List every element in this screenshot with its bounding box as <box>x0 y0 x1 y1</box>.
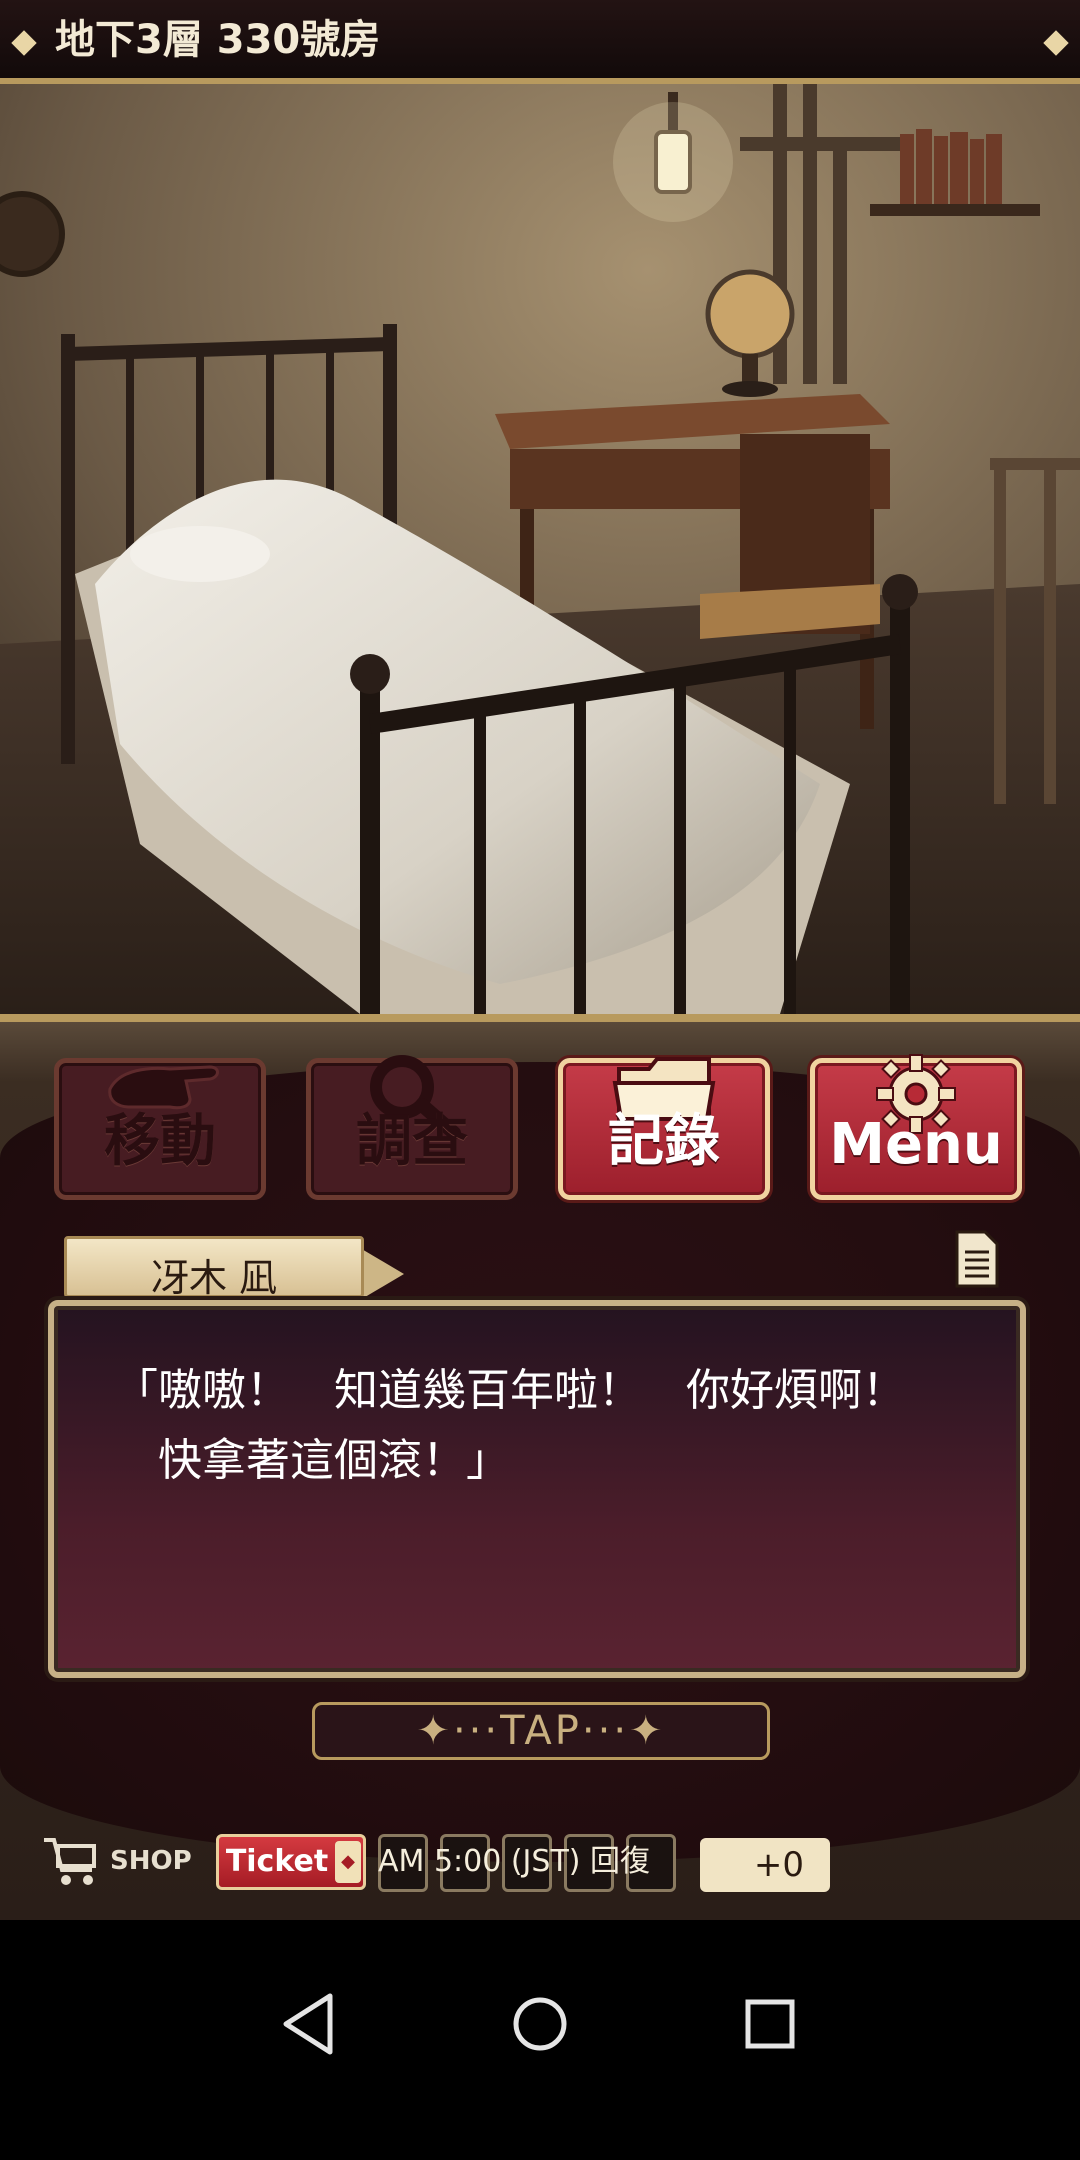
menu-button[interactable]: Menu <box>810 1054 1022 1200</box>
location-title: 地下3層 330號房 <box>55 17 381 63</box>
move-button[interactable]: 移動 <box>54 1058 266 1200</box>
recents-icon[interactable] <box>730 1984 810 2064</box>
investigate-label: 調查 <box>356 1109 468 1174</box>
ticket-stub-icon: ◆ <box>335 1841 361 1883</box>
diamond-ornament-left <box>11 30 37 56</box>
record-button[interactable]: 記錄 <box>558 1057 770 1200</box>
menu-label: Menu <box>829 1112 1003 1177</box>
recovery-time-text: AM 5:00 (JST) 回復 <box>378 1844 651 1879</box>
ticket-button[interactable]: Ticket ◆ <box>216 1834 366 1890</box>
system-nav-bar <box>0 1920 1080 2160</box>
speaker-nametag: 冴木 凪 <box>64 1236 364 1300</box>
cart-icon <box>44 1838 96 1885</box>
diamond-ornament-right <box>1043 30 1069 56</box>
dialog-box[interactable]: 「嗷嗷！ 知道幾百年啦！ 你好煩啊！ 快拿著這個滾！」 <box>48 1300 1026 1678</box>
scene-room-illustration[interactable] <box>0 84 1080 1014</box>
move-label: 移動 <box>104 1109 216 1174</box>
dialog-text: 「嗷嗷！ 知道幾百年啦！ 你好煩啊！ 快拿著這個滾！」 <box>114 1365 906 1486</box>
room-scene-art <box>0 84 1080 1014</box>
shop-button[interactable]: SHOP <box>40 1832 192 1890</box>
log-icon[interactable] <box>953 1230 1001 1288</box>
ticket-label: Ticket <box>225 1844 329 1879</box>
record-label: 記錄 <box>608 1109 720 1174</box>
home-icon[interactable] <box>500 1984 580 2064</box>
investigate-button[interactable]: 調查 <box>306 1055 518 1200</box>
tap-to-continue-button[interactable]: ✦···TAP···✦ <box>312 1702 770 1760</box>
ticket-count: +0 <box>700 1838 830 1892</box>
nametag-tail <box>360 1248 404 1300</box>
speaker-name: 冴木 凪 <box>150 1256 278 1300</box>
location-bar: 地下3層 330號房 <box>0 0 1080 84</box>
back-icon[interactable] <box>270 1984 350 2064</box>
shop-label: SHOP <box>110 1846 192 1876</box>
